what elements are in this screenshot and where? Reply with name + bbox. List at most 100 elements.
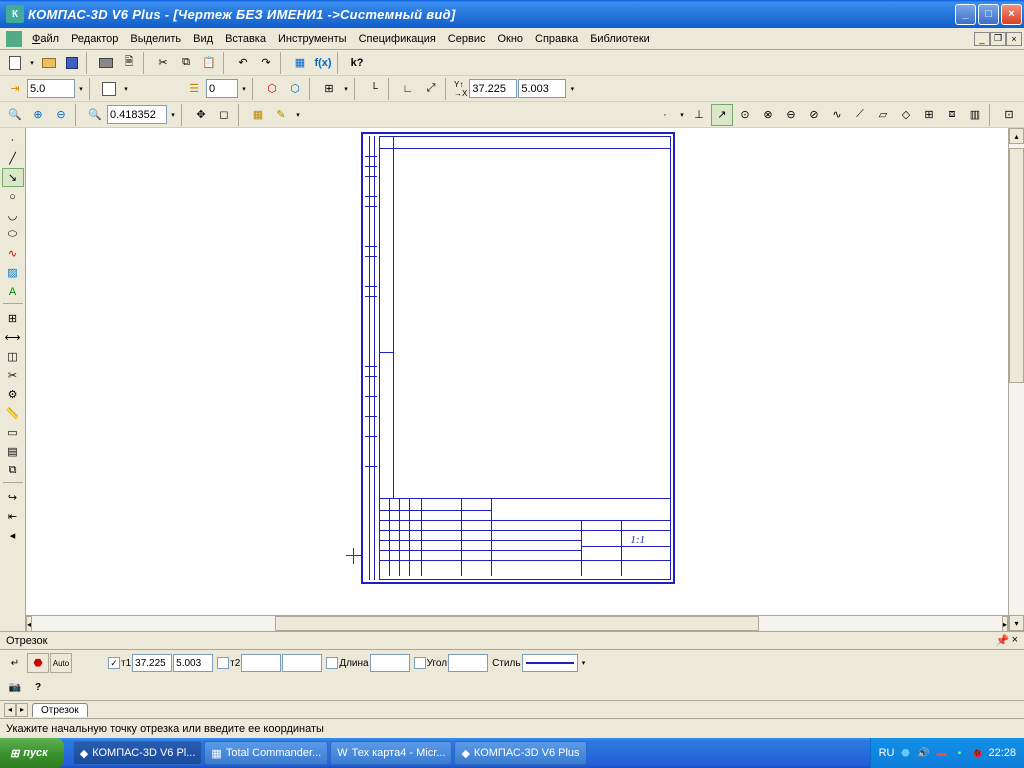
- tab-prev-button[interactable]: ◂: [4, 703, 16, 717]
- scroll-down-button[interactable]: ▾: [1009, 615, 1024, 631]
- clock[interactable]: 22:28: [988, 747, 1016, 759]
- create-object-button[interactable]: ↵: [4, 653, 26, 673]
- snap-toggle-off[interactable]: ⬡: [284, 78, 306, 100]
- snap-tangent-icon[interactable]: ⊖: [780, 104, 802, 126]
- group-spec-icon[interactable]: ▤: [2, 442, 24, 461]
- x2-input[interactable]: [241, 654, 281, 672]
- tray-bug-icon[interactable]: 🐞: [970, 746, 984, 760]
- snap-intersect-icon[interactable]: ⊗: [757, 104, 779, 126]
- coord-y-input[interactable]: [518, 79, 566, 98]
- group-select-icon[interactable]: ▭: [2, 423, 24, 442]
- length-input[interactable]: [370, 654, 410, 672]
- minimize-button[interactable]: _: [955, 4, 976, 25]
- zoom-input[interactable]: [107, 105, 167, 124]
- snap-nearest-icon[interactable]: ⊥: [688, 104, 710, 126]
- y1-input[interactable]: [173, 654, 213, 672]
- snap-angle-icon[interactable]: ⟋: [849, 104, 871, 126]
- tool-segment-icon[interactable]: ↘: [2, 168, 24, 187]
- style-dropdown[interactable]: ▾: [579, 652, 589, 674]
- auto-create-button[interactable]: Auto: [50, 653, 72, 673]
- zoom-scale-icon[interactable]: 🔍: [84, 104, 106, 126]
- refresh-button[interactable]: ▦: [247, 104, 269, 126]
- tool-spline-icon[interactable]: ∿: [2, 244, 24, 263]
- panel-pin-icon[interactable]: 📌: [996, 634, 1010, 647]
- group-symbols-icon[interactable]: ◫: [2, 347, 24, 366]
- snap-parallel-icon[interactable]: ▱: [872, 104, 894, 126]
- angle-checkbox[interactable]: [414, 657, 426, 669]
- tray-av-icon[interactable]: ▬: [934, 746, 948, 760]
- menu-tools[interactable]: Инструменты: [272, 31, 353, 47]
- layer-dropdown[interactable]: ▾: [239, 78, 249, 100]
- tool-text-icon[interactable]: A: [2, 282, 24, 301]
- help-panel-button[interactable]: ?: [27, 677, 49, 697]
- step-dropdown[interactable]: ▾: [76, 78, 86, 100]
- angle-input[interactable]: [448, 654, 488, 672]
- new-dropdown[interactable]: ▾: [27, 52, 37, 74]
- menu-view[interactable]: Вид: [187, 31, 219, 47]
- snap-node-icon[interactable]: ⧈: [941, 104, 963, 126]
- ortho-button[interactable]: └: [363, 78, 385, 100]
- redo-button[interactable]: ↷: [255, 52, 277, 74]
- snap-dropdown[interactable]: ▾: [677, 104, 687, 126]
- snap-normal-icon[interactable]: ⊘: [803, 104, 825, 126]
- style-combo[interactable]: [522, 654, 578, 672]
- mdi-close[interactable]: ×: [1006, 32, 1022, 46]
- zoom-fit-icon[interactable]: 🔍: [4, 104, 26, 126]
- mdi-restore[interactable]: ❐: [990, 32, 1006, 46]
- insert-icon[interactable]: ↪: [2, 488, 24, 507]
- step-icon[interactable]: ⇥: [4, 78, 26, 100]
- coord-x-input[interactable]: [469, 79, 517, 98]
- remember-state-button[interactable]: 📷: [4, 677, 26, 697]
- snap-toggle-on[interactable]: ⬡: [261, 78, 283, 100]
- tool-hatch-icon[interactable]: ▨: [2, 263, 24, 282]
- local-cs-toggle[interactable]: ⤢: [420, 78, 442, 100]
- group-measure-icon[interactable]: 📏: [2, 404, 24, 423]
- grid-button[interactable]: ⊞: [318, 78, 340, 100]
- vertical-scrollbar[interactable]: ▴ ▾: [1008, 128, 1024, 631]
- task-kompas-1[interactable]: ◆КОМПАС-3D V6 Pl...: [73, 741, 203, 765]
- tab-segment[interactable]: Отрезок: [32, 703, 88, 717]
- zoom-dropdown[interactable]: ▾: [168, 104, 178, 126]
- tool-aux-line-icon[interactable]: ╱: [2, 149, 24, 168]
- redraw-dropdown[interactable]: ▾: [293, 104, 303, 126]
- snap-config-icon[interactable]: ⊡: [998, 104, 1020, 126]
- redraw-button[interactable]: ✎: [270, 104, 292, 126]
- task-totalcmd[interactable]: ▦Total Commander...: [204, 741, 328, 765]
- panel-close-icon[interactable]: ×: [1012, 634, 1018, 647]
- group-edit-icon[interactable]: ✂: [2, 366, 24, 385]
- undo-button[interactable]: ↶: [232, 52, 254, 74]
- menu-spec[interactable]: Спецификация: [353, 31, 442, 47]
- copy-button[interactable]: ⧉: [175, 52, 197, 74]
- task-word[interactable]: WТех карта4 - Micr...: [330, 741, 452, 765]
- layers-icon[interactable]: ☰: [183, 78, 205, 100]
- tray-volume-icon[interactable]: 🔊: [916, 746, 930, 760]
- group-assoc-icon[interactable]: ⧉: [2, 461, 24, 480]
- menu-insert[interactable]: Вставка: [219, 31, 272, 47]
- snap-ext-icon[interactable]: ▥: [964, 104, 986, 126]
- menu-service[interactable]: Сервис: [442, 31, 492, 47]
- group-params-icon[interactable]: ⚙: [2, 385, 24, 404]
- t1-checkbox[interactable]: ✓: [108, 657, 120, 669]
- tool-arc-icon[interactable]: ◡: [2, 206, 24, 225]
- tool-circle-icon[interactable]: ○: [2, 187, 24, 206]
- print-button[interactable]: [95, 52, 117, 74]
- grid-dropdown[interactable]: ▾: [341, 78, 351, 100]
- maximize-button[interactable]: □: [978, 4, 999, 25]
- mdi-minimize[interactable]: _: [974, 32, 990, 46]
- cut-button[interactable]: ✂: [152, 52, 174, 74]
- document-icon[interactable]: [6, 31, 22, 47]
- horizontal-scrollbar[interactable]: ◂ ▸: [26, 615, 1008, 631]
- state-dropdown[interactable]: ▾: [121, 78, 131, 100]
- step-input[interactable]: [27, 79, 75, 98]
- snap-center-icon[interactable]: ⊙: [734, 104, 756, 126]
- snap-perp-icon[interactable]: ⊞: [918, 104, 940, 126]
- start-button[interactable]: ⊞ пуск: [0, 738, 64, 768]
- layer-input[interactable]: [206, 79, 238, 98]
- stop-button[interactable]: ⬣: [27, 653, 49, 673]
- coord-dropdown[interactable]: ▾: [567, 78, 577, 100]
- x1-input[interactable]: [132, 654, 172, 672]
- close-button[interactable]: ×: [1001, 4, 1022, 25]
- snap-grid-icon[interactable]: ∿: [826, 104, 848, 126]
- menu-file[interactable]: Файл: [26, 31, 65, 47]
- expand-icon[interactable]: ◂: [2, 526, 24, 545]
